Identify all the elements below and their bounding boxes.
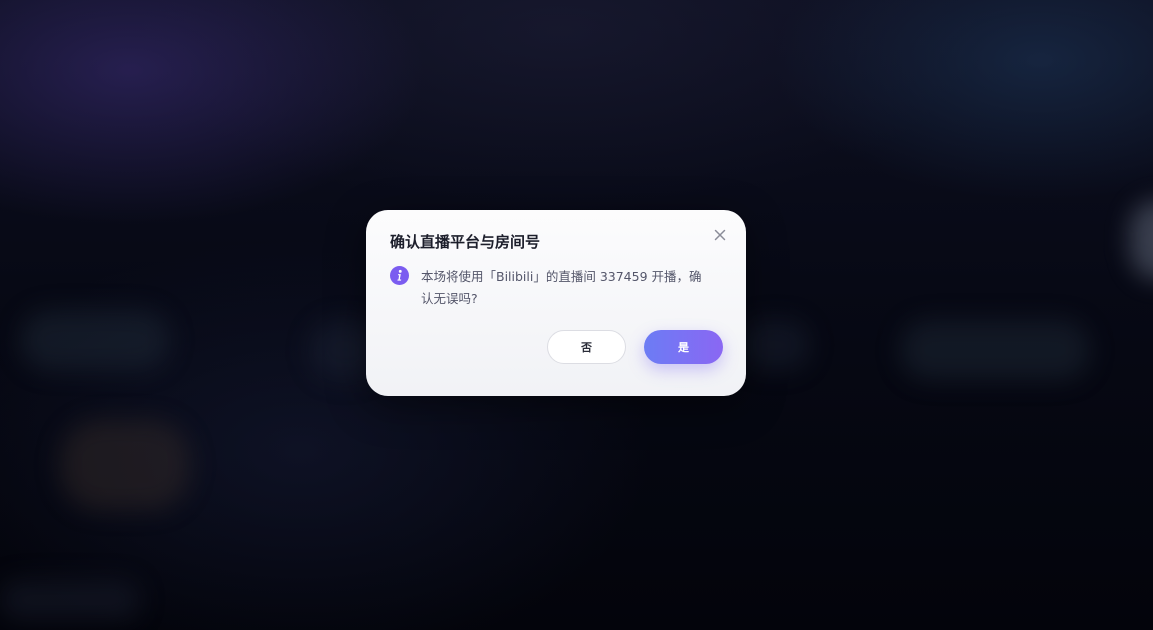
confirm-dialog: 确认直播平台与房间号 本场将使用「Bilibili」的直播间 337459 开播… <box>366 210 746 396</box>
blurred-shape <box>20 310 170 370</box>
close-button[interactable] <box>711 226 729 244</box>
blurred-shape <box>900 320 1090 380</box>
info-icon <box>390 266 409 285</box>
dialog-actions: 否 是 <box>547 330 723 364</box>
dialog-title: 确认直播平台与房间号 <box>390 233 541 251</box>
no-button[interactable]: 否 <box>547 330 626 364</box>
close-icon <box>714 229 726 241</box>
dialog-message: 本场将使用「Bilibili」的直播间 337459 开播，确认无误吗? <box>421 269 702 306</box>
dialog-body: 本场将使用「Bilibili」的直播间 337459 开播，确认无误吗? <box>390 266 722 310</box>
blurred-shape <box>60 420 190 510</box>
blurred-shape <box>740 320 810 370</box>
yes-button[interactable]: 是 <box>644 330 723 364</box>
blurred-shape <box>0 580 140 620</box>
blurred-shape <box>1130 200 1153 280</box>
